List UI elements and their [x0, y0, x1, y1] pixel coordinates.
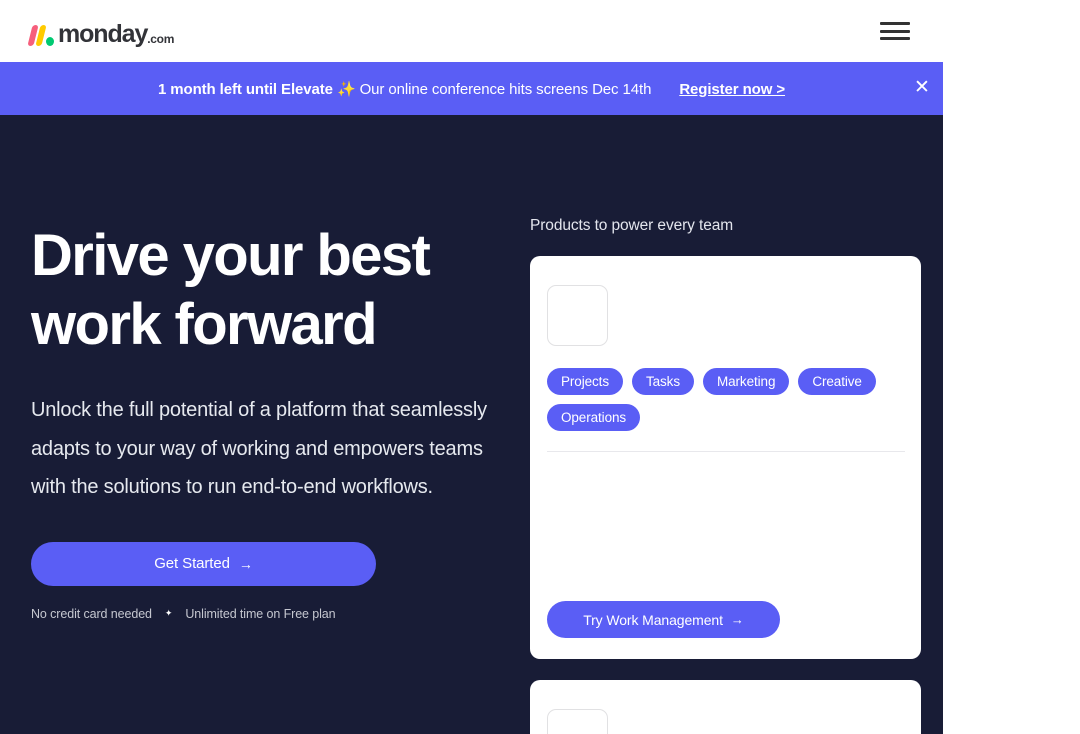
product-card-work-management[interactable]: Projects Tasks Marketing Creative Operat… [530, 256, 921, 659]
list-item[interactable]: Operations [547, 404, 641, 431]
product-card-secondary[interactable] [530, 680, 921, 734]
list-item[interactable]: Projects [547, 368, 623, 395]
arrow-right-icon: → [238, 555, 253, 572]
product-logo-placeholder-icon [547, 285, 608, 346]
list-item[interactable]: Tasks [631, 368, 694, 395]
hero-section: Drive your best work forward Unlock the … [0, 115, 943, 734]
cta-note-left: No credit card needed [31, 606, 152, 621]
site-header: monday .com [0, 0, 1080, 62]
get-started-button[interactable]: Get Started → [31, 541, 376, 586]
hamburger-menu-icon[interactable] [880, 19, 910, 43]
diamond-separator-icon: ✦ [164, 608, 173, 618]
logo-wordmark: monday [58, 20, 148, 48]
try-work-management-button[interactable]: Try Work Management → [547, 601, 780, 638]
try-work-management-label: Try Work Management [583, 611, 723, 628]
products-title: Products to power every team [530, 217, 734, 234]
promo-banner-text: 1 month left until Elevate ✨ Our online … [158, 80, 651, 98]
sparkle-icon: ✨ [336, 80, 356, 98]
page-title: Drive your best work forward [31, 223, 431, 357]
close-icon[interactable]: ✕ [909, 74, 935, 100]
page-root: monday .com 1 month left until Elevate ✨… [0, 0, 1080, 734]
promo-banner-highlight: 1 month left until Elevate [157, 80, 333, 98]
card-divider [547, 451, 905, 452]
product-logo-placeholder-icon [547, 709, 608, 734]
monday-logo-mark-icon [27, 24, 54, 46]
product-tag-list: Projects Tasks Marketing Creative Operat… [547, 368, 892, 431]
list-item[interactable]: Creative [798, 368, 876, 395]
register-now-link[interactable]: Register now > [679, 81, 785, 98]
hero-copy-column: Drive your best work forward Unlock the … [31, 221, 501, 621]
list-item[interactable]: Marketing [702, 368, 790, 395]
logo-domain-suffix: .com [147, 32, 175, 46]
get-started-label: Get Started [154, 555, 230, 572]
arrow-right-icon: → [730, 612, 744, 627]
products-column: Products to power every team Projects Ta… [530, 217, 921, 734]
cta-note-right: Unlimited time on Free plan [185, 606, 336, 621]
promo-banner-rest: Our online conference hits screens Dec 1… [355, 80, 652, 98]
hero-subheadline: Unlock the full potential of a platform … [31, 399, 487, 498]
promo-banner: 1 month left until Elevate ✨ Our online … [0, 62, 943, 115]
cta-disclaimer: No credit card needed ✦ Unlimited time o… [31, 607, 501, 621]
promo-banner-content: 1 month left until Elevate ✨ Our online … [158, 80, 785, 98]
monday-logo[interactable]: monday .com [27, 16, 175, 48]
